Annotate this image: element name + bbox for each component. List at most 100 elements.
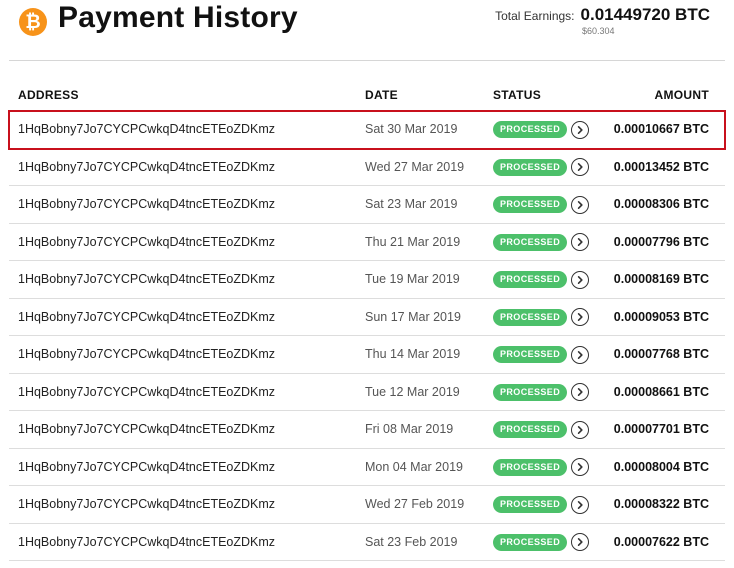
chevron-right-circle-icon[interactable] (571, 308, 590, 326)
payment-status-cell: PROCESSED (493, 111, 590, 148)
chevron-right-circle-icon[interactable] (571, 195, 590, 214)
payment-date: Sat 23 Mar 2019 (365, 197, 458, 211)
table-row: 1HqBobny7Jo7CYCPCwkqD4tncETEoZDKmz Tue 1… (9, 261, 725, 299)
table-row: 1HqBobny7Jo7CYCPCwkqD4tncETEoZDKmz Thu 1… (9, 336, 725, 374)
payment-amount: 0.00009053 BTC (613, 309, 709, 324)
payment-status-cell: PROCESSED (493, 299, 590, 336)
status-badge: PROCESSED (493, 458, 568, 476)
payment-status-cell: PROCESSED (493, 224, 590, 261)
payment-address: 1HqBobny7Jo7CYCPCwkqD4tncETEoZDKmz (18, 272, 276, 286)
total-earnings-label: Total Earnings: (495, 9, 575, 23)
chevron-right-circle-icon[interactable] (571, 383, 590, 401)
status-badge: PROCESSED (493, 421, 568, 438)
chevron-right-circle-icon[interactable] (571, 345, 590, 364)
payment-status-cell: PROCESSED (493, 374, 590, 411)
table-row: 1HqBobny7Jo7CYCPCwkqD4tncETEoZDKmz Fri 0… (9, 411, 725, 449)
payment-address: 1HqBobny7Jo7CYCPCwkqD4tncETEoZDKmz (18, 459, 276, 474)
payment-amount: 0.00008169 BTC (613, 272, 709, 286)
payment-amount: 0.00007622 BTC (613, 534, 709, 549)
status-badge: PROCESSED (493, 196, 568, 213)
payment-history-page: ₿ Payment History Total Earnings: 0.0144… (0, 0, 734, 568)
chevron-right-circle-icon[interactable] (571, 495, 590, 514)
table-row: 1HqBobny7Jo7CYCPCwkqD4tncETEoZDKmz Wed 2… (9, 149, 725, 186)
chevron-right-circle-icon[interactable] (571, 233, 590, 251)
payment-date: Thu 14 Mar 2019 (365, 347, 461, 361)
chevron-right-circle-icon[interactable] (571, 458, 590, 476)
status-badge: PROCESSED (493, 533, 568, 551)
payment-date: Sat 30 Mar 2019 (365, 122, 458, 136)
payment-status-cell: PROCESSED (493, 486, 590, 523)
column-header-address: ADDRESS (18, 88, 79, 102)
column-header-date: DATE (365, 88, 398, 102)
payment-status-cell: PROCESSED (493, 149, 590, 186)
total-earnings-value: 0.01449720 BTC (580, 5, 710, 24)
table-row: 1HqBobny7Jo7CYCPCwkqD4tncETEoZDKmz Sat 2… (9, 186, 725, 224)
payment-amount: 0.00008322 BTC (613, 497, 709, 511)
total-earnings: Total Earnings: 0.01449720 BTC (495, 5, 710, 25)
payment-amount: 0.00008306 BTC (613, 197, 709, 211)
status-badge: PROCESSED (493, 383, 568, 401)
column-header-status: STATUS (493, 88, 542, 102)
page-header: ₿ Payment History Total Earnings: 0.0144… (0, 0, 734, 60)
payment-amount: 0.00008661 BTC (613, 384, 709, 399)
status-badge: PROCESSED (493, 308, 568, 326)
payment-amount: 0.00010667 BTC (613, 122, 709, 136)
payment-date: Sat 23 Feb 2019 (365, 534, 458, 549)
page-title: Payment History (58, 1, 298, 34)
bitcoin-icon: ₿ (19, 8, 47, 36)
payment-date: Tue 12 Mar 2019 (365, 384, 460, 399)
payment-date: Wed 27 Feb 2019 (365, 497, 465, 511)
payment-status-cell: PROCESSED (493, 261, 590, 298)
payment-date: Tue 19 Mar 2019 (365, 272, 460, 286)
payment-address: 1HqBobny7Jo7CYCPCwkqD4tncETEoZDKmz (18, 497, 276, 511)
payment-status-cell: PROCESSED (493, 411, 590, 448)
payment-address: 1HqBobny7Jo7CYCPCwkqD4tncETEoZDKmz (18, 197, 276, 211)
table-row: 1HqBobny7Jo7CYCPCwkqD4tncETEoZDKmz Sat 3… (8, 110, 726, 150)
table-row: 1HqBobny7Jo7CYCPCwkqD4tncETEoZDKmz Mon 0… (9, 449, 725, 486)
payment-date: Wed 27 Mar 2019 (365, 159, 465, 174)
table-body: 1HqBobny7Jo7CYCPCwkqD4tncETEoZDKmz Sat 3… (8, 110, 726, 561)
payment-status-cell: PROCESSED (493, 449, 590, 486)
table-header: ADDRESS DATE STATUS AMOUNT (9, 80, 725, 111)
payment-date: Mon 04 Mar 2019 (365, 459, 463, 474)
chevron-right-circle-icon[interactable] (571, 270, 590, 289)
table-row: 1HqBobny7Jo7CYCPCwkqD4tncETEoZDKmz Wed 2… (9, 486, 725, 524)
chevron-right-circle-icon[interactable] (571, 158, 590, 176)
table-row: 1HqBobny7Jo7CYCPCwkqD4tncETEoZDKmz Sat 2… (9, 524, 725, 561)
payment-amount: 0.00007768 BTC (613, 347, 709, 361)
payment-date: Fri 08 Mar 2019 (365, 422, 454, 436)
payment-status-cell: PROCESSED (493, 336, 590, 373)
chevron-right-circle-icon[interactable] (571, 533, 590, 551)
payment-amount: 0.00007796 BTC (613, 234, 709, 249)
total-earnings-usd: $60.304 (582, 26, 615, 36)
status-badge: PROCESSED (493, 496, 568, 513)
payment-date: Thu 21 Mar 2019 (365, 234, 461, 249)
status-badge: PROCESSED (493, 346, 568, 363)
payment-amount: 0.00013452 BTC (613, 159, 709, 174)
payment-address: 1HqBobny7Jo7CYCPCwkqD4tncETEoZDKmz (18, 534, 276, 549)
payment-address: 1HqBobny7Jo7CYCPCwkqD4tncETEoZDKmz (18, 384, 276, 399)
status-badge: PROCESSED (493, 233, 568, 251)
status-badge: PROCESSED (493, 121, 568, 138)
table-row: 1HqBobny7Jo7CYCPCwkqD4tncETEoZDKmz Sun 1… (9, 299, 725, 336)
payment-date: Sun 17 Mar 2019 (365, 309, 461, 324)
chevron-right-circle-icon[interactable] (571, 120, 590, 139)
payment-address: 1HqBobny7Jo7CYCPCwkqD4tncETEoZDKmz (18, 347, 276, 361)
status-badge: PROCESSED (493, 271, 568, 288)
table-row: 1HqBobny7Jo7CYCPCwkqD4tncETEoZDKmz Thu 2… (9, 224, 725, 261)
payment-address: 1HqBobny7Jo7CYCPCwkqD4tncETEoZDKmz (18, 422, 276, 436)
payment-amount: 0.00007701 BTC (613, 422, 709, 436)
header-divider (9, 60, 725, 61)
column-header-amount: AMOUNT (654, 88, 709, 102)
table-row: 1HqBobny7Jo7CYCPCwkqD4tncETEoZDKmz Tue 1… (9, 374, 725, 411)
payment-status-cell: PROCESSED (493, 524, 590, 561)
payment-address: 1HqBobny7Jo7CYCPCwkqD4tncETEoZDKmz (18, 122, 276, 136)
payment-table: ADDRESS DATE STATUS AMOUNT 1HqBobny7Jo7C… (8, 80, 726, 561)
chevron-right-circle-icon[interactable] (571, 420, 590, 439)
payment-address: 1HqBobny7Jo7CYCPCwkqD4tncETEoZDKmz (18, 234, 276, 249)
payment-address: 1HqBobny7Jo7CYCPCwkqD4tncETEoZDKmz (18, 309, 276, 324)
status-badge: PROCESSED (493, 158, 568, 176)
payment-address: 1HqBobny7Jo7CYCPCwkqD4tncETEoZDKmz (18, 159, 276, 174)
payment-status-cell: PROCESSED (493, 186, 590, 223)
payment-amount: 0.00008004 BTC (613, 459, 709, 474)
